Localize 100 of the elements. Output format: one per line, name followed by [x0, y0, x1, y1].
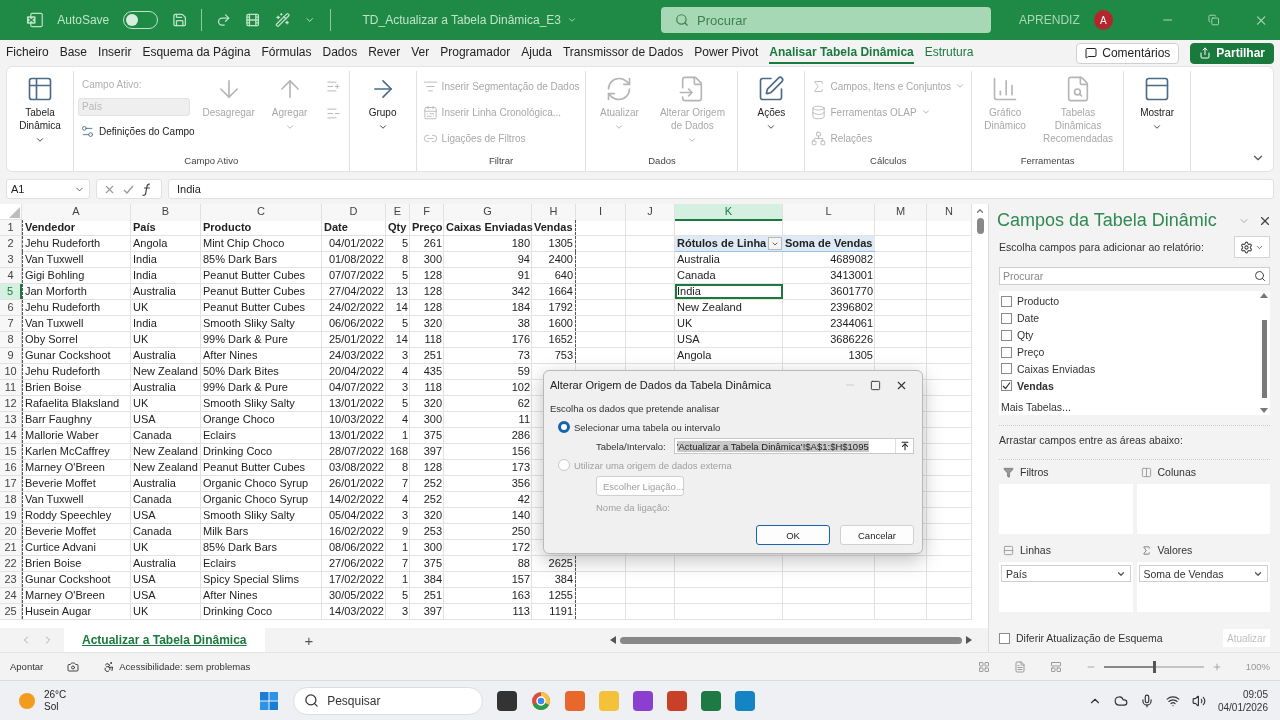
taskbar-search-field[interactable]: Pesquisar [293, 686, 484, 715]
scroll-thumb[interactable] [976, 218, 984, 234]
field-checkbox[interactable] [1001, 380, 1012, 392]
browser-icon[interactable] [531, 690, 552, 711]
field-checkbox[interactable] [1001, 329, 1012, 341]
volume-icon[interactable] [1191, 693, 1206, 708]
user-avatar[interactable]: A [1093, 10, 1113, 30]
menu-tab[interactable]: Ver [411, 42, 430, 64]
zoom-in-icon[interactable] [1211, 661, 1222, 672]
microphone-icon[interactable] [1139, 693, 1154, 708]
field-checkbox[interactable] [1001, 363, 1012, 375]
app-icon[interactable] [701, 690, 722, 711]
ok-button[interactable]: OK [756, 525, 830, 545]
row-number[interactable]: 25 [0, 604, 22, 619]
menu-tab[interactable]: Ficheiro [6, 42, 49, 64]
row-number[interactable]: 10 [0, 364, 22, 379]
clock-time[interactable]: 09:05 [1242, 687, 1268, 701]
area-field[interactable]: País [1001, 565, 1131, 582]
accessibility-icon[interactable] [103, 660, 116, 673]
row-number[interactable]: 11 [0, 380, 22, 395]
row-number[interactable]: 8 [0, 332, 22, 347]
row-number[interactable]: 9 [0, 348, 22, 363]
name-box[interactable]: A1 [6, 179, 90, 199]
menu-tab[interactable]: Inserir [98, 42, 132, 64]
comments-button[interactable]: Comentários [1076, 42, 1180, 64]
row-number[interactable]: 14 [0, 428, 22, 443]
menu-tab[interactable]: Power Pivot [694, 42, 759, 64]
row-number[interactable]: 19 [0, 508, 22, 523]
clock-date[interactable]: 04/01/2026 [1217, 700, 1268, 714]
row-number[interactable]: 3 [0, 252, 22, 267]
menu-tab[interactable]: Esquema da Página [142, 42, 251, 64]
formula-input[interactable]: India [168, 179, 1274, 199]
save-icon[interactable] [171, 12, 188, 28]
row-number[interactable]: 23 [0, 572, 22, 587]
add-sheet-button[interactable]: + [274, 631, 344, 649]
drop-area[interactable]: Soma de Vendas [1136, 562, 1270, 612]
scroll-up-icon[interactable] [1260, 293, 1268, 298]
menu-tab[interactable]: Ajuda [521, 42, 552, 64]
row-number[interactable]: 1 [0, 220, 22, 235]
drop-area[interactable]: País [999, 562, 1133, 612]
radio-button[interactable] [558, 421, 570, 433]
row-number[interactable]: 5 [0, 284, 22, 299]
menu-tab[interactable]: Rever [368, 42, 401, 64]
area-field[interactable]: Soma de Vendas [1138, 565, 1268, 582]
row-number[interactable]: 17 [0, 476, 22, 491]
field-checkbox[interactable] [1001, 312, 1012, 324]
row-number[interactable]: 13 [0, 412, 22, 427]
menu-tab[interactable]: Estrutura [924, 42, 974, 64]
ribbon-button[interactable]: Grupo [353, 71, 412, 136]
field-checkbox[interactable] [1001, 295, 1012, 307]
cloud-icon[interactable] [1113, 693, 1128, 708]
page-layout-icon[interactable] [1013, 660, 1026, 673]
menu-tab[interactable]: Programador [440, 42, 511, 64]
macro-icon[interactable] [67, 660, 80, 673]
row-number[interactable]: 6 [0, 300, 22, 315]
page-break-icon[interactable] [1049, 660, 1062, 673]
sheet-tab[interactable]: Actualizar a Tabela Dinâmica [64, 628, 265, 652]
app-icon[interactable] [633, 690, 654, 711]
menu-tab[interactable]: Dados [322, 42, 358, 64]
start-icon[interactable] [259, 690, 280, 711]
filter-dropdown-button[interactable] [768, 237, 782, 250]
defer-checkbox[interactable] [999, 632, 1010, 644]
ribbon-button[interactable]: Tabela Dinâmica [11, 71, 69, 149]
field-search-field[interactable]: Procurar [999, 267, 1270, 285]
more-tables-link[interactable]: Mais Tabelas... [1001, 400, 1071, 413]
row-number[interactable]: 16 [0, 460, 22, 475]
menu-tab[interactable]: Analisar Tabela Dinâmica [769, 42, 914, 64]
menu-tab[interactable]: Transmissor de Dados [562, 42, 684, 64]
wand-icon[interactable] [274, 12, 291, 28]
scroll-up-icon[interactable] [975, 206, 985, 216]
share-button[interactable]: Partilhar [1190, 42, 1274, 64]
list-scrollbar[interactable] [1258, 291, 1270, 415]
settings-button[interactable] [1234, 236, 1270, 258]
row-number[interactable]: 22 [0, 556, 22, 571]
row-number[interactable]: 18 [0, 492, 22, 507]
maximize-icon[interactable] [870, 379, 881, 391]
row-number[interactable]: 2 [0, 236, 22, 252]
redo-icon[interactable] [216, 12, 232, 28]
menu-tab[interactable]: Base [59, 42, 88, 64]
scroll-right-icon[interactable] [966, 636, 972, 644]
restore-icon[interactable] [1208, 14, 1220, 26]
scroll-down-icon[interactable] [1260, 408, 1268, 413]
row-number[interactable]: 7 [0, 316, 22, 331]
range-input[interactable]: 'Actualizar a Tabela Dinâmica'!$A$1:$H$1095 [673, 438, 914, 454]
accessibility-status[interactable]: Acessibilidade: sem problemas [119, 661, 251, 672]
row-number[interactable]: 24 [0, 588, 22, 603]
row-number[interactable]: 15 [0, 444, 22, 459]
horizontal-scrollbar[interactable] [610, 633, 972, 647]
wifi-icon[interactable] [1165, 693, 1180, 708]
row-number[interactable]: 21 [0, 540, 22, 555]
row-number[interactable]: 12 [0, 396, 22, 411]
ribbon-button[interactable]: Ações [742, 71, 801, 136]
app-icon[interactable] [497, 690, 518, 711]
field-checkbox[interactable] [1001, 346, 1012, 358]
cancel-button[interactable]: Cancelar [840, 525, 914, 545]
row-number[interactable]: 20 [0, 524, 22, 539]
normal-view-icon[interactable] [977, 660, 990, 673]
ribbon-button[interactable]: Definições do Campo [78, 120, 197, 142]
menu-tab[interactable]: Fórmulas [261, 42, 312, 64]
row-number[interactable]: 4 [0, 268, 22, 283]
